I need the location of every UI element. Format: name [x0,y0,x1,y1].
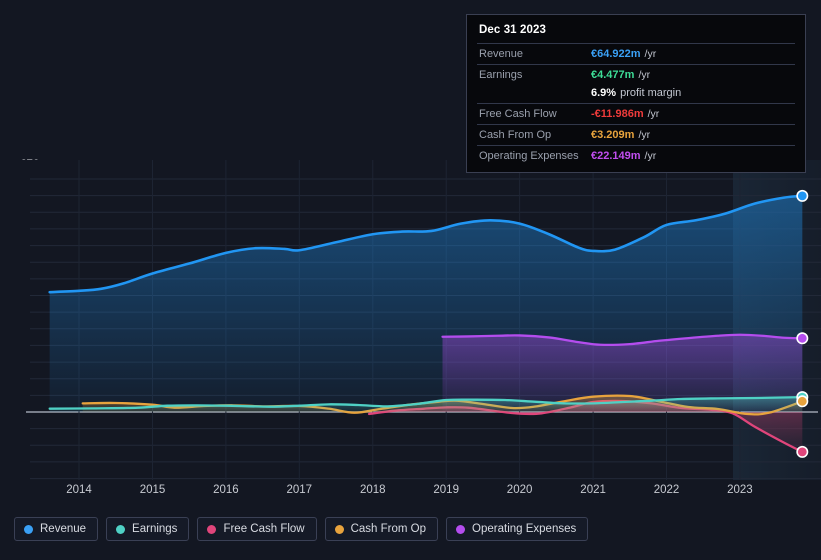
tooltip-row-value: €22.149m [591,150,641,162]
series-endpoint-operating-expenses [797,333,807,343]
series-endpoint-free-cash-flow [797,447,807,457]
tooltip-row-unit: /yr [638,129,650,141]
tooltip-row-label: Operating Expenses [479,149,591,163]
x-axis-tick: 2014 [66,484,92,496]
x-axis-tick: 2022 [654,484,680,496]
x-axis-tick: 2020 [507,484,533,496]
tooltip-row-unit: /yr [645,48,657,60]
x-axis-tick: 2016 [213,484,239,496]
tooltip-row-label: Revenue [479,47,591,61]
legend-item-cash-from-op[interactable]: Cash From Op [325,517,438,541]
x-axis-tick: 2015 [140,484,166,496]
legend-item-label: Earnings [132,523,177,535]
tooltip-row-unit: /yr [638,69,650,81]
legend-color-dot-icon [456,525,465,534]
legend-item-operating-expenses[interactable]: Operating Expenses [446,517,588,541]
tooltip-row-label: Free Cash Flow [479,107,591,121]
x-axis: 2014 2015 2016 2017 2018 2019 2020 2021 2022 2023 [0,484,821,502]
series-canvas [0,160,821,480]
legend-color-dot-icon [207,525,216,534]
tooltip-row-value: €3.209m [591,129,634,141]
series-endpoint-cash-from-op [797,396,807,406]
plot-area [0,160,821,480]
legend-item-revenue[interactable]: Revenue [14,517,98,541]
tooltip-row-unit: /yr [645,150,657,162]
tooltip-row: Free Cash Flow-€11.986m/yr [477,103,795,124]
x-axis-tick: 2023 [727,484,753,496]
tooltip-row: Earnings€4.477m/yr [477,64,795,85]
tooltip-rows: Revenue€64.922m/yrEarnings€4.477m/yr.6.9… [477,43,795,166]
tooltip-row: Operating Expenses€22.149m/yr [477,145,795,166]
x-axis-tick: 2017 [287,484,313,496]
tooltip-row-value: -€11.986m [591,108,644,120]
tooltip-row-unit: /yr [648,108,660,120]
legend-item-label: Cash From Op [351,523,426,535]
legend-item-free-cash-flow[interactable]: Free Cash Flow [197,517,316,541]
legend-item-label: Operating Expenses [472,523,576,535]
tooltip-row-profit-margin: .6.9%profit margin [477,85,795,103]
data-tooltip: Dec 31 2023 Revenue€64.922m/yrEarnings€4… [466,14,806,173]
legend-color-dot-icon [24,525,33,534]
legend-color-dot-icon [116,525,125,534]
financial-chart: €70m €0 -€20m 20142015201620172018201920… [0,0,821,560]
x-axis-tick: 2021 [580,484,606,496]
tooltip-row-label: Cash From Op [479,128,591,142]
series-endpoint-revenue [797,191,807,201]
tooltip-row: Cash From Op€3.209m/yr [477,124,795,145]
legend-item-earnings[interactable]: Earnings [106,517,189,541]
x-axis-tick: 2019 [433,484,459,496]
profit-margin-label: profit margin [620,87,681,99]
x-axis-tick: 2018 [360,484,386,496]
tooltip-row-value: €64.922m [591,48,641,60]
profit-margin-value: 6.9% [591,87,616,99]
tooltip-row-label: Earnings [479,68,591,82]
tooltip-date: Dec 31 2023 [477,23,795,43]
chart-legend: Revenue Earnings Free Cash Flow Cash From O… [14,517,588,541]
tooltip-row-value: €4.477m [591,69,634,81]
legend-item-label: Free Cash Flow [223,523,304,535]
legend-color-dot-icon [335,525,344,534]
legend-item-label: Revenue [40,523,86,535]
tooltip-row: Revenue€64.922m/yr [477,43,795,64]
